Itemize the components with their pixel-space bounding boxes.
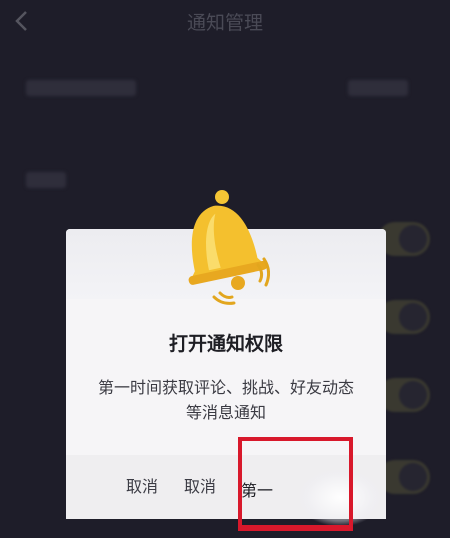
notification-settings-screen: 通知管理 打开通知权限 第一时间获取评论、挑战、好友动态等消息通知 取消 取消 …: [0, 0, 450, 538]
dialog-message: 第一时间获取评论、挑战、好友动态等消息通知: [97, 378, 354, 422]
confirm-button[interactable]: 第一: [241, 479, 273, 503]
dialog-button-row: 取消 取消 第一: [66, 455, 386, 519]
cancel-button[interactable]: 取消: [126, 475, 158, 499]
dialog-title: 打开通知权限: [168, 333, 283, 355]
bell-icon: [188, 190, 270, 305]
bg-setting-value: [348, 80, 408, 96]
bg-setting-label: [26, 80, 136, 96]
page-title: 通知管理: [186, 12, 263, 34]
cancel-button-secondary[interactable]: 取消: [184, 475, 216, 499]
bg-section-label: [26, 172, 66, 188]
